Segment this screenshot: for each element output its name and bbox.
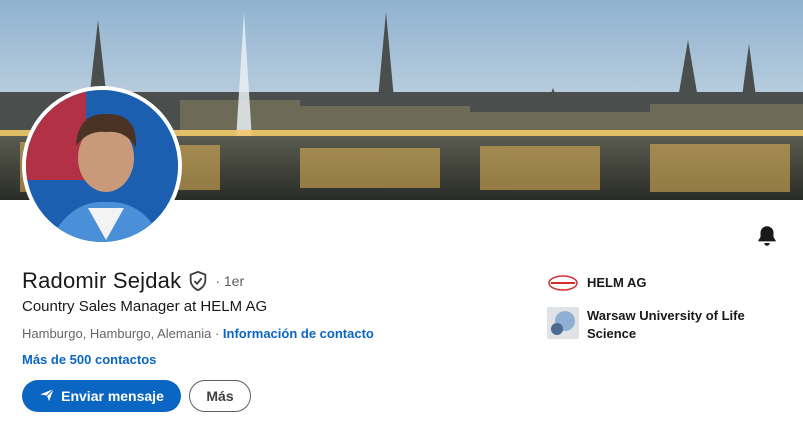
profile-name: Radomir Sejdak: [22, 268, 182, 293]
more-button[interactable]: Más: [189, 380, 251, 412]
org-helm[interactable]: HELM AG: [547, 274, 646, 292]
helm-logo: [547, 274, 579, 292]
bell-icon[interactable]: [754, 223, 780, 249]
org-university[interactable]: Warsaw University of Life Science: [547, 307, 767, 343]
profile-photo[interactable]: [22, 86, 182, 246]
location-row: Hamburgo, Hamburgo, Alemania · Informaci…: [22, 326, 374, 341]
send-message-button[interactable]: Enviar mensaje: [22, 380, 181, 412]
name-row: Radomir Sejdak · 1er: [22, 268, 244, 294]
org-name: Warsaw University of Life Science: [587, 308, 745, 341]
contact-info-link[interactable]: Información de contacto: [223, 326, 374, 341]
org-name: HELM AG: [587, 275, 647, 290]
shield-check-icon[interactable]: [187, 270, 209, 292]
separator: ·: [211, 326, 223, 341]
paper-plane-icon: [39, 387, 55, 406]
connection-degree: · 1er: [215, 273, 245, 289]
avatar-image: [26, 90, 178, 242]
send-message-label: Enviar mensaje: [61, 388, 164, 404]
university-logo: [547, 307, 579, 339]
profile-location: Hamburgo, Hamburgo, Alemania: [22, 326, 212, 341]
connections-link[interactable]: Más de 500 contactos: [22, 352, 156, 367]
profile-headline: Country Sales Manager at HELM AG: [22, 298, 268, 315]
